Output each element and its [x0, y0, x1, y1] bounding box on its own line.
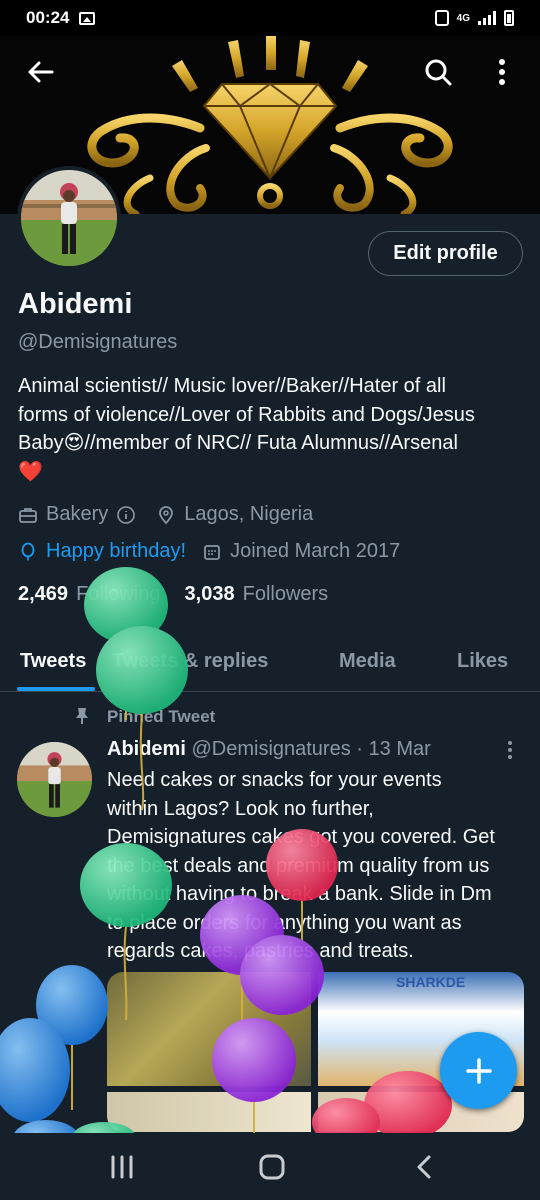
- tweet-avatar[interactable]: [17, 742, 92, 817]
- media-image-3[interactable]: [107, 1092, 311, 1132]
- active-tab-indicator: [17, 687, 95, 691]
- bio-line: Baby😍//member of NRC// Futa Alumnus//Ars…: [18, 432, 458, 454]
- followers-label: Followers: [242, 583, 329, 605]
- bio-line: ❤️: [18, 460, 43, 483]
- tweet-line: the best deals and premium quality from …: [107, 854, 490, 877]
- search-icon: [425, 59, 452, 86]
- more-vertical-icon: [499, 59, 505, 85]
- home-icon: [259, 1154, 285, 1180]
- bio-line: Animal scientist// Music lover//Baker//H…: [18, 375, 446, 397]
- recent-apps-icon: [111, 1155, 133, 1179]
- status-bar: 00:24 4G: [0, 0, 540, 36]
- followers-count: 3,038: [184, 583, 235, 605]
- profile-handle: @Demisignatures: [18, 331, 178, 353]
- tab-tweets[interactable]: Tweets: [20, 650, 86, 673]
- pinned-label: Pinned Tweet: [107, 707, 216, 726]
- profile-location: Lagos, Nigeria: [184, 503, 314, 525]
- follow-counts: 2,469 Following 3,038 Followers: [18, 583, 328, 606]
- system-back-button[interactable]: [404, 1151, 444, 1183]
- tab-media[interactable]: Media: [339, 650, 396, 673]
- tweet-handle[interactable]: @Demisignatures: [191, 738, 350, 760]
- tab-likes[interactable]: Likes: [457, 650, 508, 673]
- tweet-avatar-photo: [17, 742, 92, 817]
- tweet-line: within Lagos? Look no further,: [107, 797, 374, 820]
- followers-link[interactable]: 3,038 Followers: [185, 583, 329, 606]
- system-navigation-bar: [0, 1133, 540, 1200]
- profile-name: Abidemi: [18, 288, 133, 320]
- profile-meta-row-2: Happy birthday! Joined March 2017: [18, 540, 400, 563]
- profile-category: Bakery: [46, 503, 109, 525]
- gallery-icon: [79, 11, 96, 25]
- recycle-icon: [434, 10, 449, 26]
- tweet-text: Need cakes or snacks for your events wit…: [107, 766, 527, 966]
- media-image-gold-cake[interactable]: [107, 972, 311, 1086]
- profile-meta-row: Bakery Lagos, Nigeria: [18, 503, 313, 526]
- tweet-line: Demisignatures cakes got you covered. Ge…: [107, 826, 495, 848]
- tweet-author[interactable]: Abidemi: [107, 738, 186, 760]
- tab-tweets-replies[interactable]: Tweets & replies: [112, 650, 268, 673]
- network-label: 4G: [456, 12, 470, 24]
- tweet-line: regards cakes, pastries and treats.: [107, 940, 414, 962]
- avatar-photo: [21, 170, 117, 266]
- chevron-left-icon: [417, 1155, 431, 1179]
- pin-icon: [76, 708, 88, 724]
- status-time: 00:24: [26, 8, 70, 27]
- recent-apps-button[interactable]: [102, 1151, 142, 1183]
- calendar-icon: [204, 544, 220, 560]
- tweet-line: to place orders for anything you want as: [107, 911, 462, 934]
- status-icons: 4G: [434, 10, 514, 26]
- profile-tabs: Tweets Tweets & replies Media Likes: [0, 640, 540, 692]
- profile-avatar[interactable]: [17, 166, 121, 270]
- plus-icon: [465, 1057, 492, 1084]
- home-button[interactable]: [252, 1151, 292, 1183]
- tweet-more-icon[interactable]: [505, 740, 515, 760]
- following-link[interactable]: 2,469 Following: [18, 583, 161, 606]
- briefcase-icon: [19, 507, 37, 523]
- battery-icon: [504, 10, 514, 26]
- birthday-link[interactable]: Happy birthday!: [46, 540, 186, 563]
- profile-joined: Joined March 2017: [230, 540, 401, 562]
- bio-line: forms of violence//Lover of Rabbits and …: [18, 403, 475, 426]
- tweet-separator: ·: [356, 738, 363, 760]
- edit-profile-button[interactable]: Edit profile: [368, 231, 523, 276]
- tweet-line: without having to break a bank. Slide in…: [107, 883, 492, 905]
- tweet-date[interactable]: 13 Mar: [369, 738, 431, 760]
- location-pin-icon: [159, 505, 174, 524]
- tweet-line: Need cakes or snacks for your events: [107, 769, 442, 791]
- arrow-left-icon: [28, 61, 54, 83]
- back-button[interactable]: [20, 52, 60, 92]
- tweet-header: Abidemi @Demisignatures · 13 Mar: [107, 738, 431, 761]
- signal-icon: [478, 11, 496, 25]
- media-caption: SHARKDE: [396, 974, 466, 990]
- compose-tweet-button[interactable]: [440, 1032, 517, 1109]
- following-count: 2,469: [18, 583, 69, 605]
- search-button[interactable]: [418, 52, 458, 92]
- balloon-icon: [21, 542, 35, 560]
- profile-bio: Animal scientist// Music lover//Baker//H…: [18, 372, 523, 486]
- more-options-button[interactable]: [482, 52, 522, 92]
- info-icon[interactable]: [116, 505, 136, 525]
- following-label: Following: [76, 583, 161, 605]
